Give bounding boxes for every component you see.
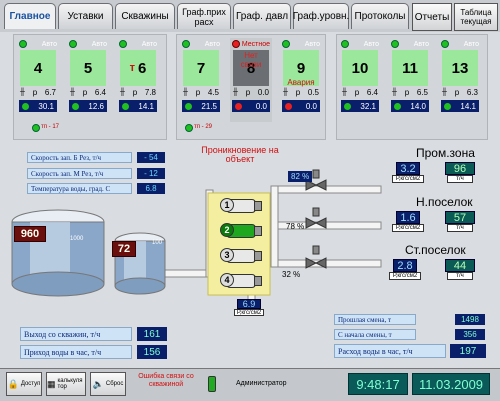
pump-motor-icon bbox=[254, 201, 262, 211]
pump-pressure-value: 6.9 bbox=[237, 299, 261, 309]
pump-motor-icon bbox=[254, 276, 262, 286]
pump-pressure-unit: Р,кгс/см2 bbox=[234, 309, 264, 316]
pump-4[interactable]: 4 bbox=[218, 272, 264, 290]
consumption-label: Расход воды в час, т/ч bbox=[334, 344, 446, 358]
zone-industrial-flow: 96 bbox=[445, 162, 475, 175]
calculator-button[interactable]: ▦ калькуля тор bbox=[46, 372, 86, 396]
pump-motor-icon bbox=[254, 226, 262, 236]
pump-2[interactable]: 2 bbox=[218, 222, 264, 240]
zone-industrial-title: Пром.зона bbox=[416, 146, 475, 160]
tank-big-level: 960 bbox=[14, 226, 46, 242]
date-display: 11.03.2009 bbox=[412, 373, 490, 395]
zone-old-village-title: Ст.поселок bbox=[405, 243, 466, 257]
pump-3[interactable]: 3 bbox=[218, 247, 264, 265]
zone-industrial-pressure: 3.2 bbox=[396, 162, 420, 175]
status-indicator-icon bbox=[208, 376, 216, 392]
shift-start-label: С начала смены, т bbox=[334, 329, 416, 340]
tank-small-capacity: 100 bbox=[152, 240, 163, 246]
tank-big-capacity: 1000 bbox=[70, 236, 84, 242]
calculator-label: калькуля тор bbox=[57, 378, 83, 390]
access-label: Доступ bbox=[20, 381, 41, 387]
time-display: 9:48:17 bbox=[348, 373, 408, 395]
zone-old-village-pressure-unit: Р,кгс/см2 bbox=[389, 272, 421, 280]
pump-1[interactable]: 1 bbox=[218, 197, 264, 215]
shift-start-value: 356 bbox=[455, 329, 485, 340]
water-inflow-value: 156 bbox=[137, 345, 167, 359]
consumption-value: 197 bbox=[450, 344, 486, 358]
reset-button[interactable]: 🔈 Сброс bbox=[90, 372, 126, 396]
water-inflow-label: Приход воды в час, т/ч bbox=[20, 345, 132, 359]
pump-number: 3 bbox=[220, 248, 234, 262]
zone-old-village-pressure: 2.8 bbox=[393, 259, 417, 272]
speaker-icon: 🔈 bbox=[92, 378, 104, 389]
connection-error-message: Ошибка связи со скважиной bbox=[138, 373, 194, 388]
wells-output-label: Выход со скважин, т/ч bbox=[20, 327, 132, 341]
last-shift-value: 1498 bbox=[455, 314, 485, 325]
lock-icon: 🔒 bbox=[7, 378, 19, 389]
zone-industrial-pressure-unit: Р,кгс/см2 bbox=[392, 175, 424, 183]
zone-new-village-pressure: 1.6 bbox=[396, 211, 420, 224]
valve-2-percent: 78 % bbox=[286, 222, 305, 231]
calculator-icon: ▦ bbox=[47, 378, 56, 389]
user-name: Администратор bbox=[236, 380, 287, 387]
pump-number: 1 bbox=[220, 198, 234, 212]
pump-number: 4 bbox=[220, 273, 234, 287]
valve-3-percent: 32 % bbox=[282, 270, 301, 279]
zone-new-village-pressure-unit: Р,кгс/см2 bbox=[392, 224, 424, 232]
access-button[interactable]: 🔒 Доступ bbox=[6, 372, 42, 396]
zone-old-village-flow: 44 bbox=[445, 259, 475, 272]
wells-output-value: 161 bbox=[137, 327, 167, 341]
tank-small-level: 72 bbox=[112, 241, 136, 257]
zone-industrial-flow-unit: т/ч bbox=[447, 175, 473, 183]
zone-old-village-flow-unit: т/ч bbox=[447, 272, 473, 280]
pump-motor-icon bbox=[254, 251, 262, 261]
pump-number: 2 bbox=[220, 223, 234, 237]
zone-new-village-flow-unit: т/ч bbox=[447, 224, 473, 232]
valve-1-percent: 82 % bbox=[288, 171, 313, 182]
zone-new-village-title: Н.поселок bbox=[416, 195, 473, 209]
last-shift-label: Прошлая смена, т bbox=[334, 314, 416, 325]
reset-label: Сброс bbox=[105, 381, 124, 387]
zone-new-village-flow: 57 bbox=[445, 211, 475, 224]
